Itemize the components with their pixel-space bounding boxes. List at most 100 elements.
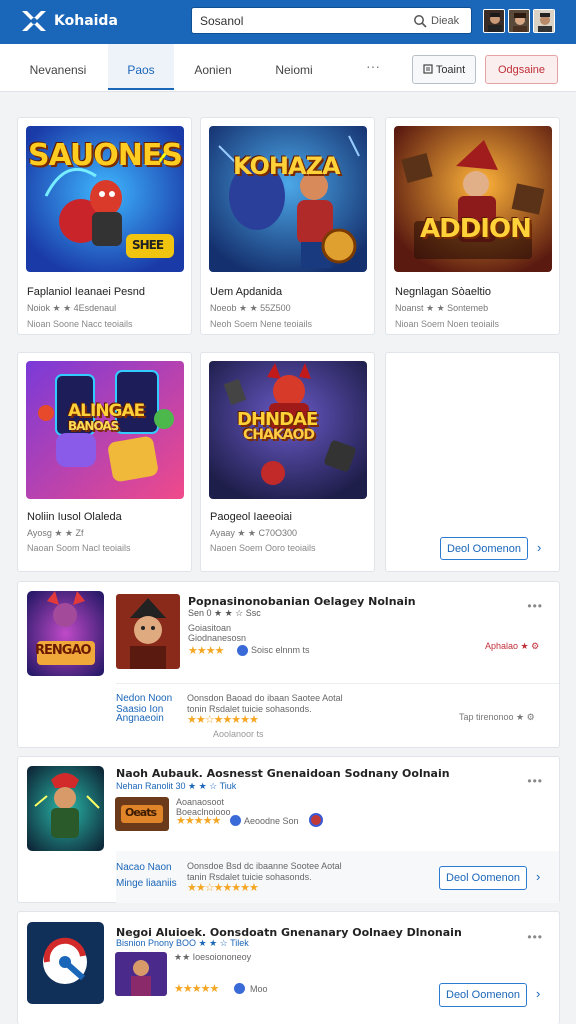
rating-stars: ★★★★★ bbox=[176, 815, 221, 827]
game-card[interactable]: DHNDAE CHAKAOD Paogeol Iaeeoiai Ayaay ★ … bbox=[200, 352, 375, 572]
empty-game-card: Deol Oomenon › bbox=[385, 352, 560, 572]
more-options-icon[interactable]: ••• bbox=[527, 930, 543, 944]
more-options-icon[interactable]: ••• bbox=[527, 774, 543, 788]
game-title[interactable]: Faplaniol Ieanaei Pesnd bbox=[27, 286, 145, 298]
tab-aonien[interactable]: Aonien bbox=[182, 44, 244, 90]
game-thumbnail[interactable]: ALINGAE BANOAS bbox=[26, 361, 184, 499]
game-meta: Bisnion Pnony BOO ★ ★ ☆ Tilek bbox=[116, 938, 249, 948]
view-more-button[interactable]: Deol Oomenon bbox=[439, 866, 527, 890]
avatar[interactable] bbox=[533, 9, 555, 33]
chevron-right-icon[interactable]: › bbox=[537, 540, 541, 555]
review-text: Oonsdoe Bsd dc ibaanne Sootee Aotal bbox=[187, 861, 342, 871]
game-thumbnail[interactable]: DHNDAE CHAKAOD bbox=[209, 361, 367, 499]
game-meta: Ayaay ★ ★ C70O300 bbox=[210, 528, 298, 538]
logo-icon[interactable] bbox=[20, 8, 48, 34]
game-art-title: ALINGAE bbox=[68, 401, 145, 421]
game-art-title: SAUONES bbox=[28, 138, 183, 173]
game-title[interactable]: Uem Apdanida bbox=[210, 286, 282, 298]
screenshot-thumbnail[interactable]: Oeats bbox=[115, 797, 169, 831]
game-art-title: RENGAO bbox=[35, 643, 92, 658]
game-meta-secondary: Neoh Soem Nene teoiails bbox=[210, 319, 313, 329]
game-thumbnail[interactable]: SAUONES SHEE bbox=[26, 126, 184, 272]
review-link[interactable]: Nacao Naon bbox=[116, 862, 172, 873]
search-icon[interactable] bbox=[413, 14, 427, 28]
rating-stars: ★★★★ bbox=[188, 645, 224, 657]
list-item[interactable]: Negoi Aluioek. Oonsdoatn Gnenanary Oolna… bbox=[17, 911, 560, 1024]
game-thumbnail[interactable] bbox=[27, 766, 104, 851]
game-art-title: KOHAZA bbox=[233, 152, 341, 180]
tag-icon bbox=[234, 983, 245, 994]
rating-stars: ★★★★★ bbox=[174, 983, 219, 995]
game-art-badge: SHEE bbox=[132, 238, 164, 252]
character-thumbnail[interactable] bbox=[116, 594, 180, 669]
game-art-subtitle: BANOAS bbox=[68, 419, 119, 433]
secondary-link[interactable]: Tap tirenonoo ★ ⚙ bbox=[459, 712, 535, 723]
toaint-button[interactable]: Toaint bbox=[412, 55, 476, 84]
nav-bar: Nevanensi Paos Aonien Neiomi ··· Toaint … bbox=[0, 44, 576, 92]
game-card[interactable]: SAUONES SHEE Faplaniol Ieanaei Pesnd Noi… bbox=[17, 117, 192, 335]
review-stars: ★★☆★★★★★ bbox=[187, 714, 259, 726]
game-card[interactable]: ALINGAE BANOAS Noliin Iusol Olaleda Ayos… bbox=[17, 352, 192, 572]
toaint-label: Toaint bbox=[435, 64, 466, 76]
chevron-right-icon[interactable]: › bbox=[536, 869, 540, 884]
game-art-title: ADDION bbox=[420, 214, 532, 244]
more-options-icon[interactable]: ••• bbox=[527, 599, 543, 613]
screenshot-art-title: Oeats bbox=[125, 806, 157, 819]
document-icon bbox=[423, 64, 433, 74]
game-title[interactable]: Naoh Aubauk. Aosnesst Gnenaidoan Sodnany… bbox=[116, 767, 450, 780]
tab-neiomi[interactable]: Neiomi bbox=[260, 44, 328, 90]
more-menu-icon[interactable]: ··· bbox=[366, 58, 380, 74]
review-link[interactable]: Angnaeoin bbox=[116, 713, 164, 724]
rating-note: Soisc elnnm ts bbox=[251, 645, 310, 655]
game-card[interactable]: ADDION Negnlagan Sòaeltio Noanst ★ ★ Son… bbox=[385, 117, 560, 335]
list-item[interactable]: Naoh Aubauk. Aosnesst Gnenaidoan Sodnany… bbox=[17, 756, 560, 903]
review-link[interactable]: Minge liaaniis bbox=[116, 878, 177, 889]
tab-paos[interactable]: Paos bbox=[108, 44, 174, 90]
tag-icon bbox=[237, 645, 248, 656]
view-more-button[interactable]: Deol Oomenon bbox=[440, 537, 528, 560]
list-item[interactable]: RENGAO Popnasinonobanian Oelagey Nolnain… bbox=[17, 581, 560, 748]
rating-note: Aeoodne Son bbox=[244, 816, 299, 826]
review-stars: ★★☆★★★★★ bbox=[187, 882, 259, 894]
game-meta: Noiok ★ ★ 4Esdenaul bbox=[27, 303, 117, 313]
tab-nevanensi[interactable]: Nevanensi bbox=[16, 44, 100, 90]
search-box[interactable]: Dieak bbox=[191, 7, 472, 34]
platform-link[interactable]: Aphalao ★ ⚙ bbox=[485, 641, 539, 652]
game-art-subtitle: CHAKAOD bbox=[243, 427, 315, 443]
game-genre: ★★ Ioesoiononeoy bbox=[174, 952, 252, 962]
game-thumbnail[interactable] bbox=[27, 922, 104, 1004]
game-thumbnail[interactable]: RENGAO bbox=[27, 591, 104, 676]
rating-note: Moo bbox=[250, 984, 268, 994]
game-title[interactable]: Paogeol Iaeeoiai bbox=[210, 511, 292, 523]
game-meta-secondary: Nioan Soone Nacc teoiails bbox=[27, 319, 133, 329]
screenshot-thumbnail[interactable] bbox=[115, 952, 167, 996]
game-title[interactable]: Negnlagan Sòaeltio bbox=[395, 286, 491, 298]
view-more-button[interactable]: Deol Oomenon bbox=[439, 983, 527, 1007]
game-card[interactable]: KOHAZA Uem Apdanida Noeob ★ ★ 55Z500 Neo… bbox=[200, 117, 375, 335]
game-title[interactable]: Popnasinonobanian Oelagey Nolnain bbox=[188, 595, 416, 608]
search-button[interactable]: Dieak bbox=[431, 15, 459, 27]
game-genre: Goiasitoan bbox=[188, 623, 232, 633]
badge-icon bbox=[309, 813, 323, 827]
avatar[interactable] bbox=[483, 9, 505, 33]
game-meta-secondary: Naoan Soom Nacl teoiails bbox=[27, 543, 131, 553]
game-thumbnail[interactable]: KOHAZA bbox=[209, 126, 367, 272]
review-link[interactable]: Nedon Noon bbox=[116, 693, 172, 704]
game-meta: Ayosg ★ ★ Zf bbox=[27, 528, 84, 538]
search-input[interactable] bbox=[200, 14, 400, 28]
game-meta: Sen 0 ★ ★ ☆ Ssc bbox=[188, 608, 261, 618]
game-title[interactable]: Noliin Iusol Olaleda bbox=[27, 511, 122, 523]
divider bbox=[116, 683, 559, 684]
review-text: Oonsdon Baoad do ibaan Saotee Aotal bbox=[187, 693, 343, 703]
avatar[interactable] bbox=[508, 9, 530, 33]
brand-name[interactable]: Kohaida bbox=[54, 13, 118, 29]
top-bar: Kohaida Dieak bbox=[0, 0, 576, 44]
game-thumbnail[interactable]: ADDION bbox=[394, 126, 552, 272]
odgsaine-button[interactable]: Odgsaine bbox=[485, 55, 558, 84]
game-meta: Noanst ★ ★ Sontemeb bbox=[395, 303, 489, 313]
game-genre: Aoanaosoot bbox=[176, 797, 225, 807]
game-meta: Noeob ★ ★ 55Z500 bbox=[210, 303, 291, 313]
review-note: Aoolanoor ts bbox=[213, 729, 264, 739]
chevron-right-icon[interactable]: › bbox=[536, 986, 540, 1001]
game-meta-secondary: Nioan Soem Noen teoiails bbox=[395, 319, 500, 329]
